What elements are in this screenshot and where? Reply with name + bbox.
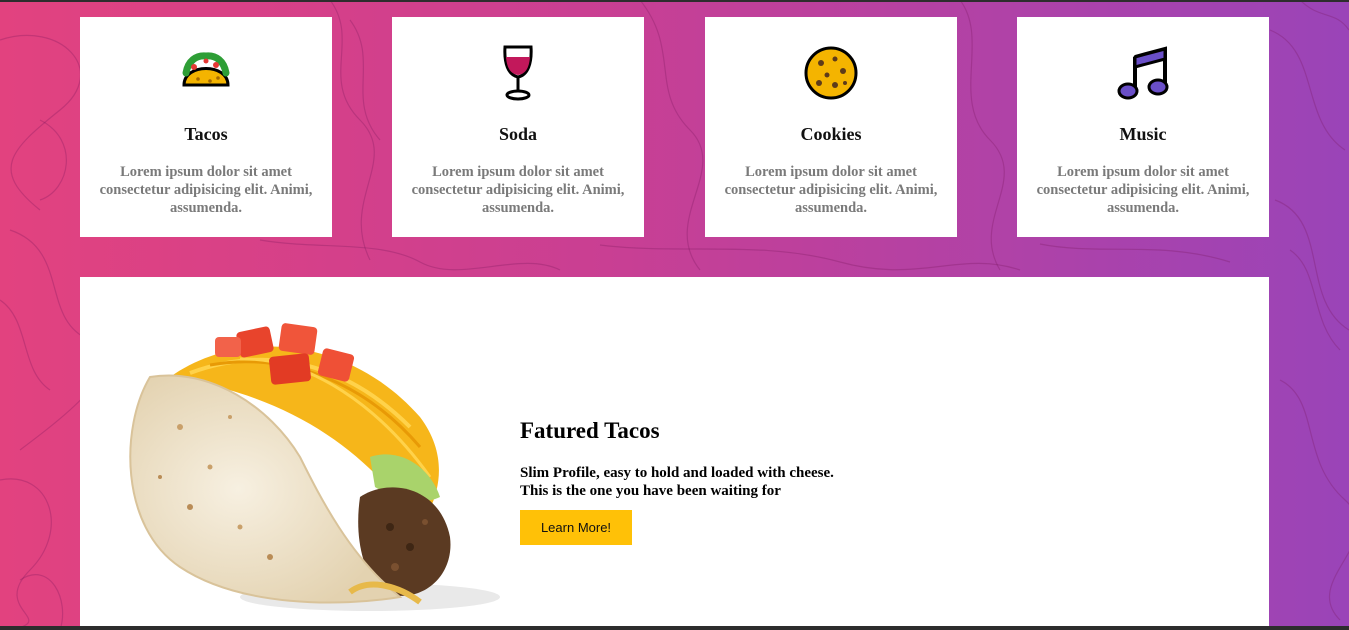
featured-section: Fatured Tacos Slim Profile, easy to hold… [80,277,1269,630]
top-edge [0,0,1349,2]
card-text: Lorem ipsum dolor sit amet consectetur a… [724,164,938,216]
featured-line-1: Slim Profile, easy to hold and loaded wi… [520,465,834,481]
card-text: Lorem ipsum dolor sit amet consectetur a… [1036,164,1250,216]
taco-photo [129,323,500,611]
learn-more-button[interactable]: Learn More! [520,510,632,545]
music-note-icon [1113,43,1173,103]
featured-description: Slim Profile, easy to hold and loaded wi… [520,464,940,500]
taco-icon [176,43,236,103]
card-tacos: Tacos Lorem ipsum dolor sit amet consect… [80,17,332,237]
featured-line-2: This is the one you have been waiting fo… [520,483,781,499]
bottom-edge [0,626,1349,630]
featured-title: Fatured Tacos [520,418,660,443]
card-cookies: Cookies Lorem ipsum dolor sit amet conse… [705,17,957,237]
cookie-icon [801,43,861,103]
wine-glass-icon [488,43,548,103]
card-text: Lorem ipsum dolor sit amet consectetur a… [411,164,625,216]
card-title: Music [1119,124,1167,144]
card-title: Cookies [800,124,862,144]
card-text: Lorem ipsum dolor sit amet consectetur a… [99,164,313,216]
card-music: Music Lorem ipsum dolor sit amet consect… [1017,17,1269,237]
card-title: Soda [498,124,538,144]
card-title: Tacos [184,124,228,144]
card-soda: Soda Lorem ipsum dolor sit amet consecte… [392,17,644,237]
